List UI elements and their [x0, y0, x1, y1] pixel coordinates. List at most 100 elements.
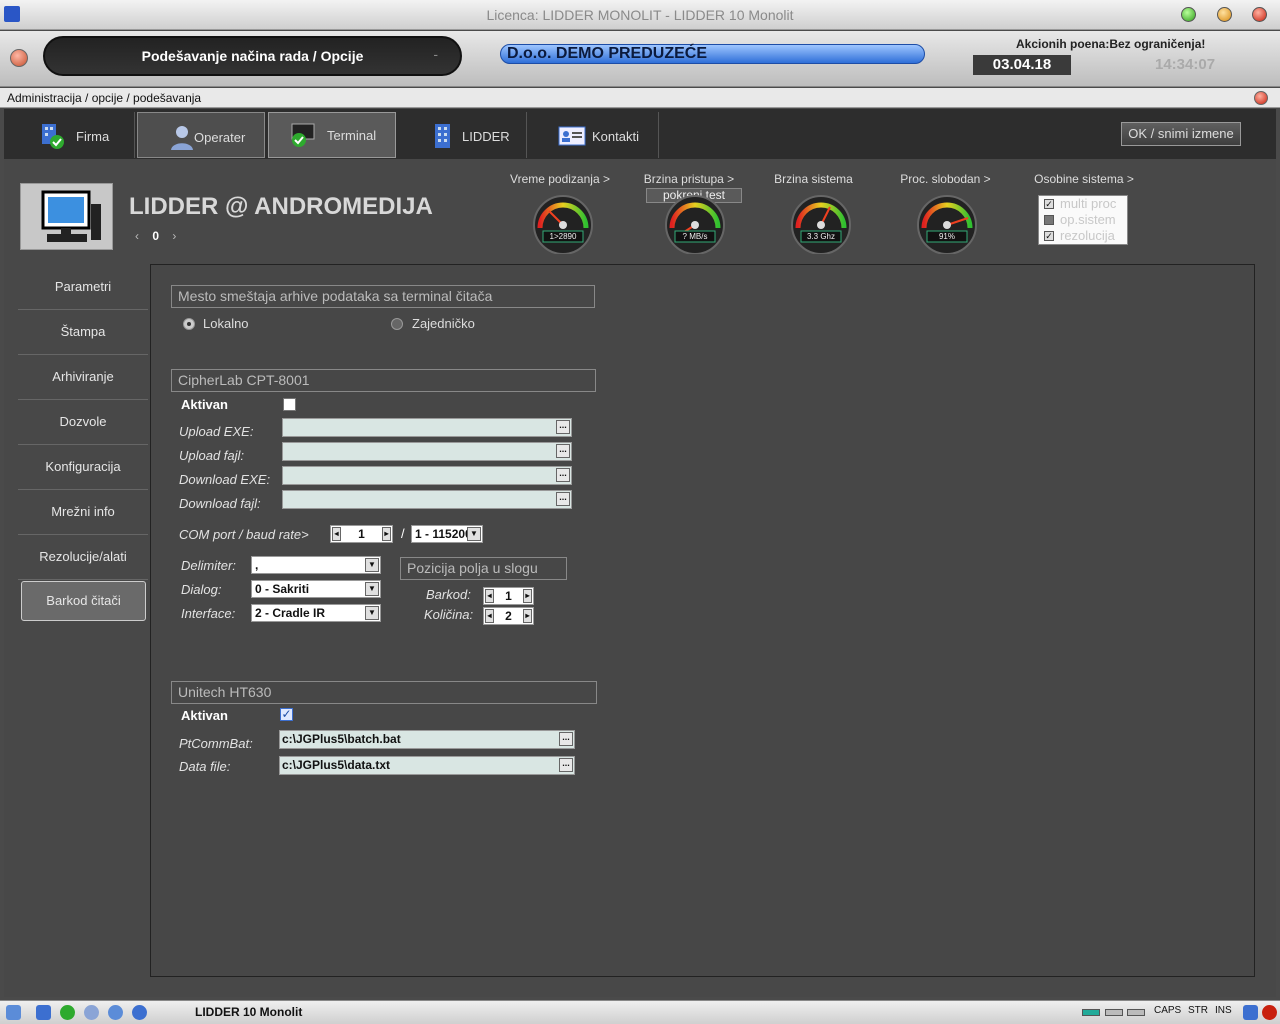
checkbox-checked-icon: ✓ [1044, 231, 1054, 241]
panel-close-icon[interactable] [1254, 91, 1268, 105]
prev-arrow-icon[interactable]: ‹ [135, 229, 139, 243]
terminal-index: 0 [152, 229, 160, 243]
spin-left-icon[interactable]: ◂ [332, 527, 341, 541]
breadcrumb: Administracija / opcije / podešavanja [0, 88, 1280, 108]
exit-icon[interactable] [10, 49, 28, 67]
browse-icon[interactable]: ... [556, 444, 570, 458]
speedometer-icon: ? MB/s [664, 194, 726, 255]
com-port-spinner[interactable]: ◂ 1 ▸ [330, 525, 393, 543]
upload-fajl-field[interactable]: ... [282, 442, 572, 461]
download-fajl-field[interactable]: ... [282, 490, 572, 509]
slash-separator: / [401, 526, 405, 541]
globe-icon[interactable] [60, 1005, 75, 1020]
mode-selector[interactable]: Podešavanje načina rada / Opcije - [43, 36, 462, 76]
tab-terminal[interactable]: Terminal [268, 112, 396, 158]
tab-firma[interactable]: Firma [8, 112, 135, 158]
chevron-down-icon[interactable]: ▼ [365, 558, 379, 572]
cipherlab-aktivan-checkbox[interactable] [283, 398, 296, 411]
baud-rate-select[interactable]: 1 - 115200 ▼ [411, 525, 483, 543]
osobine-title[interactable]: Osobine sistema > [1028, 172, 1140, 186]
barkod-spinner[interactable]: ◂ 1 ▸ [483, 587, 534, 605]
sidebar-item-dozvole[interactable]: Dozvole [18, 400, 148, 445]
osobine-list: ✓ multi proc op.sistem ✓ rezolucija [1038, 195, 1128, 245]
next-arrow-icon[interactable]: › [172, 229, 176, 243]
barkod-label: Barkod: [426, 587, 471, 602]
upload-fajl-label: Upload fajl: [179, 448, 245, 463]
spin-left-icon[interactable]: ◂ [485, 609, 494, 623]
check-icon[interactable] [108, 1005, 123, 1020]
gauge-value: ? MB/s [682, 232, 708, 241]
upload-exe-field[interactable]: ... [282, 418, 572, 437]
gauge-title[interactable]: Brzina pristupa > [635, 172, 743, 186]
browse-icon[interactable]: ... [556, 420, 570, 434]
net-indicator-icon [1105, 1009, 1123, 1016]
mode-label: Podešavanje načina rada / Opcije [141, 48, 364, 64]
radio-zajednicko[interactable] [391, 318, 403, 330]
checkbox-icon [1044, 215, 1054, 225]
tab-label: Firma [76, 129, 110, 144]
browse-icon[interactable]: ... [559, 732, 573, 746]
chevron-down-icon[interactable]: ▼ [365, 606, 379, 620]
download-exe-field[interactable]: ... [282, 466, 572, 485]
browse-icon[interactable]: ... [559, 758, 573, 772]
gauge-title[interactable]: Vreme podizanja > [505, 172, 615, 186]
com-port-value: 1 [358, 527, 365, 541]
spin-right-icon[interactable]: ▸ [523, 609, 532, 623]
window-titlebar: Licenca: LIDDER MONOLIT - LIDDER 10 Mono… [0, 0, 1280, 30]
browse-icon[interactable]: ... [556, 468, 570, 482]
kolicina-spinner[interactable]: ◂ 2 ▸ [483, 607, 534, 625]
delimiter-label: Delimiter: [181, 558, 236, 573]
sidebar-item-stampa[interactable]: Štampa [18, 310, 148, 355]
dialog-value: 0 - Sakriti [255, 582, 310, 596]
user-icon[interactable] [84, 1005, 99, 1020]
archive-group-title: Mesto smeštaja arhive podataka sa termin… [171, 285, 595, 308]
browse-icon[interactable]: ... [556, 492, 570, 506]
spin-left-icon[interactable]: ◂ [485, 589, 494, 603]
data-file-value: c:\JGPlus5\data.txt [282, 758, 391, 772]
osobina-item: op.sistem [1039, 212, 1127, 228]
dialog-select[interactable]: 0 - Sakriti ▼ [251, 580, 381, 598]
maximize-icon[interactable] [1217, 7, 1232, 22]
unitech-aktivan-checkbox[interactable]: ✓ [280, 708, 293, 721]
spin-right-icon[interactable]: ▸ [523, 589, 532, 603]
ins-indicator: INS [1215, 1005, 1232, 1016]
minimize-icon[interactable] [1181, 7, 1196, 22]
tab-operater[interactable]: Operater [137, 112, 265, 158]
sidebar-item-rezolucije[interactable]: Rezolucije/alati [18, 535, 148, 580]
gauge-title[interactable]: Proc. slobodan > [893, 172, 998, 186]
data-file-label: Data file: [179, 759, 231, 774]
close-icon[interactable] [1262, 1005, 1277, 1020]
str-indicator: STR [1188, 1005, 1208, 1016]
tab-lidder[interactable]: LIDDER [399, 112, 527, 158]
tab-label: Kontakti [592, 129, 639, 144]
tab-label: Operater [194, 130, 246, 145]
chevron-down-icon[interactable]: ▼ [467, 527, 481, 541]
gauge-value: 3.3 Ghz [806, 232, 835, 241]
ptcommbat-field[interactable]: c:\JGPlus5\batch.bat... [279, 730, 575, 749]
radio-lokalno[interactable] [183, 318, 195, 330]
mode-dash-icon: - [433, 46, 438, 62]
delimiter-select[interactable]: , ▼ [251, 556, 381, 574]
status-bar: LIDDER 10 Monolit CAPS STR INS [0, 1000, 1280, 1024]
data-file-field[interactable]: c:\JGPlus5\data.txt... [279, 756, 575, 775]
pozicija-group-title: Pozicija polja u slogu [400, 557, 567, 580]
sidebar-item-arhiviranje[interactable]: Arhiviranje [18, 355, 148, 400]
power-icon[interactable] [132, 1005, 147, 1020]
spin-right-icon[interactable]: ▸ [382, 527, 391, 541]
window-icon[interactable] [36, 1005, 51, 1020]
chevron-down-icon[interactable]: ▼ [365, 582, 379, 596]
date-display: 03.04.18 [973, 55, 1071, 75]
sidebar-item-konfiguracija[interactable]: Konfiguracija [18, 445, 148, 490]
ptcommbat-label: PtCommBat: [179, 736, 253, 751]
interface-select[interactable]: 2 - Cradle IR ▼ [251, 604, 381, 622]
recycle-icon[interactable] [6, 1005, 21, 1020]
sidebar-item-mrezni-info[interactable]: Mrežni info [18, 490, 148, 535]
sidebar-item-barkod-citaci[interactable]: Barkod čitači [21, 581, 146, 621]
ok-save-button[interactable]: OK / snimi izmene [1121, 122, 1241, 146]
download-exe-label: Download EXE: [179, 472, 271, 487]
sidebar-item-parametri[interactable]: Parametri [18, 265, 148, 310]
monitor-icon[interactable] [1243, 1005, 1258, 1020]
radio-dot-icon [187, 322, 191, 326]
tab-kontakti[interactable]: Kontakti [528, 112, 659, 158]
close-icon[interactable] [1252, 7, 1267, 22]
